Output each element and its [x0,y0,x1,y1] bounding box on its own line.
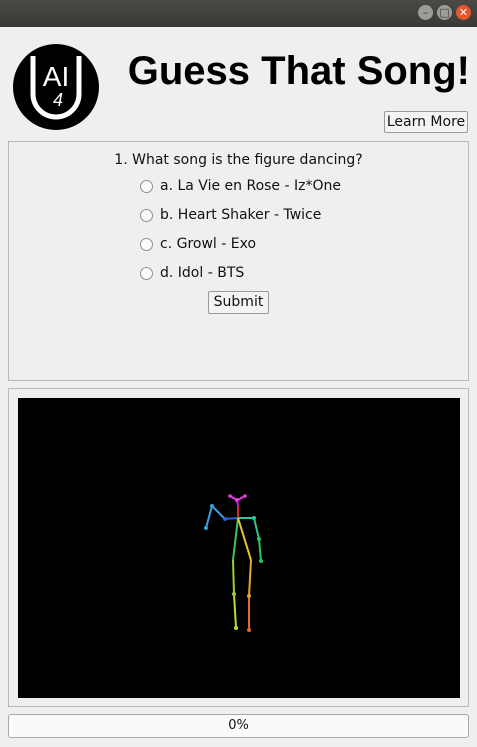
joint-right-knee [247,594,251,598]
joint-left-eye [228,494,232,498]
joint-left-knee [232,592,236,596]
joint-left-shoulder [223,517,227,521]
radio-button[interactable] [140,208,153,222]
joint-right-eye [243,494,247,498]
radio-button[interactable] [140,237,153,251]
option-label: c. Growl - Exo [160,236,257,252]
option-a[interactable]: a. La Vie en Rose - Iz*One [140,177,341,195]
dance-video [18,398,460,698]
option-label: d. Idol - BTS [160,265,245,281]
minimize-button[interactable]: – [418,5,433,20]
joint-right-shoulder [252,516,256,520]
option-label: a. La Vie en Rose - Iz*One [160,178,341,194]
left-shin-line [233,593,237,629]
progress-label: 0% [228,718,249,733]
window-titlebar: – □ ✕ [0,0,477,27]
joint-left-ankle [234,626,238,630]
radio-button[interactable] [140,266,153,280]
right-forearm-line [258,538,262,562]
quiz-panel: 1. What song is the figure dancing? a. L… [8,141,469,381]
left-thigh-line [232,559,235,595]
joint-nose [235,498,239,502]
joint-right-ankle [247,628,251,632]
logo-text-bottom: 4 [53,90,63,110]
question-text: 1. What song is the figure dancing? [114,152,363,168]
right-torso-line [237,517,252,561]
left-upper-arm-line [211,505,226,520]
option-label: b. Heart Shaker - Twice [160,207,322,223]
maximize-button[interactable]: □ [437,5,452,20]
progress-bar: 0% [8,714,469,738]
video-panel [8,388,469,707]
right-thigh-line [248,559,252,597]
learn-more-button[interactable]: Learn More [384,111,468,133]
close-button[interactable]: ✕ [456,5,471,20]
submit-button[interactable]: Submit [208,291,269,314]
logo-text-top: AI [43,61,69,92]
radio-button[interactable] [140,179,153,193]
option-d[interactable]: d. Idol - BTS [140,264,244,282]
left-torso-line [232,517,239,561]
joint-right-elbow [257,537,261,541]
joint-right-wrist [259,559,263,563]
skeleton-figure [204,494,263,632]
option-b[interactable]: b. Heart Shaker - Twice [140,206,321,224]
option-c[interactable]: c. Growl - Exo [140,235,256,253]
joint-left-wrist [204,526,208,530]
page-title: Guess That Song! [127,49,470,93]
ai4u-logo: AI 4 [13,44,99,130]
right-upper-arm-line [253,517,260,540]
joint-left-elbow [210,504,214,508]
left-forearm-line [205,505,213,529]
